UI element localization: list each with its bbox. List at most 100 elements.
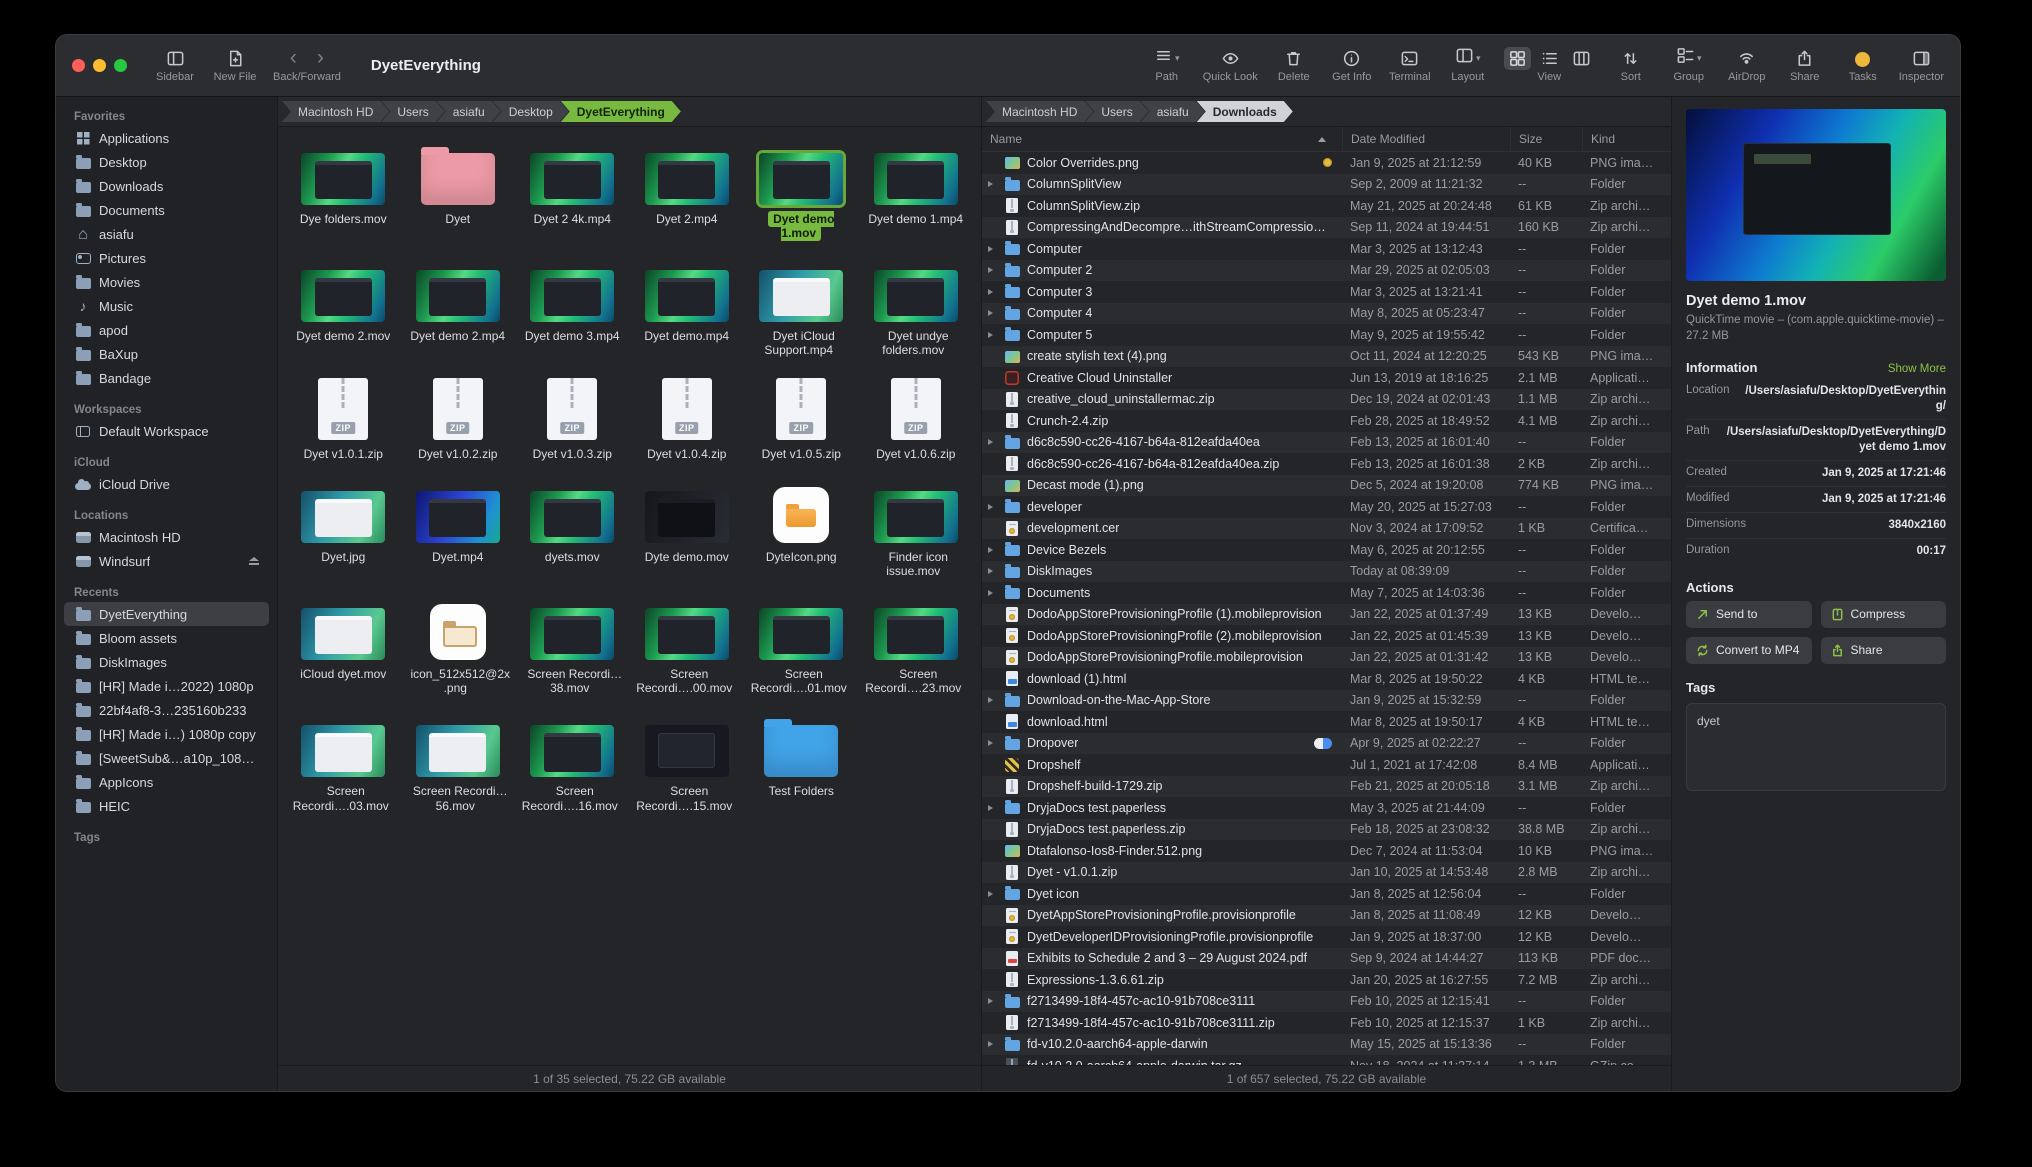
get-info-button[interactable]: Get Info bbox=[1330, 48, 1374, 83]
file-list-row[interactable]: fd-v10.2.0-aarch64-apple-darwin.tar.gz N… bbox=[982, 1055, 1671, 1065]
disclosure-triangle-icon[interactable] bbox=[988, 289, 993, 295]
grid-file-item[interactable]: Dyet bbox=[401, 141, 516, 240]
file-list-row[interactable]: ColumnSplitView.zip May 21, 2025 at 20:2… bbox=[982, 195, 1671, 217]
file-list-row[interactable]: DodoAppStoreProvisioningProfile (2).mobi… bbox=[982, 625, 1671, 647]
file-list-row[interactable]: DryjaDocs test.paperless May 3, 2025 at … bbox=[982, 797, 1671, 819]
file-list-row[interactable]: CompressingAndDecompre…ithStreamCompress… bbox=[982, 217, 1671, 239]
file-list-row[interactable]: Crunch-2.4.zip Feb 28, 2025 at 18:49:52 … bbox=[982, 410, 1671, 432]
terminal-button[interactable]: Terminal bbox=[1388, 48, 1432, 83]
grid-file-item[interactable]: Dyet undye folders.mov bbox=[859, 258, 974, 357]
sidebar-item[interactable]: Bandage bbox=[64, 366, 269, 390]
group-button[interactable]: ▾ Group bbox=[1667, 48, 1711, 83]
sidebar-item[interactable]: HEIC bbox=[64, 794, 269, 818]
file-list-row[interactable]: fd-v10.2.0-aarch64-apple-darwin May 15, … bbox=[982, 1034, 1671, 1056]
file-list-row[interactable]: DodoAppStoreProvisioningProfile.mobilepr… bbox=[982, 647, 1671, 669]
sidebar-item[interactable]: Documents bbox=[64, 198, 269, 222]
disclosure-triangle-icon[interactable] bbox=[988, 181, 993, 187]
grid-file-item[interactable]: Dyet demo.mp4 bbox=[630, 258, 745, 357]
file-list-row[interactable]: f2713499-18f4-457c-ac10-91b708ce3111 Feb… bbox=[982, 991, 1671, 1013]
column-header-kind[interactable]: Kind bbox=[1582, 127, 1671, 151]
file-list-row[interactable]: developer May 20, 2025 at 15:27:03 -- Fo… bbox=[982, 496, 1671, 518]
grid-file-item[interactable]: Finder icon issue.mov bbox=[859, 479, 974, 578]
file-list-row[interactable]: create stylish text (4).png Oct 11, 2024… bbox=[982, 346, 1671, 368]
file-list-row[interactable]: download.html Mar 8, 2025 at 19:50:17 4 … bbox=[982, 711, 1671, 733]
grid-file-item[interactable]: Dye folders.mov bbox=[286, 141, 401, 240]
file-list-row[interactable]: Computer 4 May 8, 2025 at 05:23:47 -- Fo… bbox=[982, 303, 1671, 325]
grid-file-item[interactable]: Dyet v1.0.5.zip bbox=[744, 376, 859, 461]
file-list-row[interactable]: Decast mode (1).png Dec 5, 2024 at 19:20… bbox=[982, 475, 1671, 497]
grid-file-item[interactable]: Dyet demo 2.mov bbox=[286, 258, 401, 357]
eject-icon[interactable] bbox=[248, 557, 259, 566]
grid-file-item[interactable]: Dyet v1.0.2.zip bbox=[401, 376, 516, 461]
grid-file-item[interactable]: Dyet iCloud Support.mp4 bbox=[744, 258, 859, 357]
file-preview-thumbnail[interactable] bbox=[1686, 109, 1946, 281]
grid-file-item[interactable]: Screen Recordi…56.mov bbox=[401, 713, 516, 812]
column-header-name[interactable]: Name bbox=[982, 127, 1342, 151]
disclosure-triangle-icon[interactable] bbox=[988, 310, 993, 316]
grid-file-item[interactable]: icon_512x512@2x.png bbox=[401, 596, 516, 695]
sidebar-item[interactable]: Windsurf bbox=[64, 549, 269, 573]
grid-file-item[interactable]: Screen Recordi….01.mov bbox=[744, 596, 859, 695]
tasks-button[interactable]: Tasks bbox=[1841, 48, 1885, 83]
sidebar-item[interactable]: [SweetSub&…a10p_1080p] bbox=[64, 746, 269, 770]
compress-button[interactable]: Compress bbox=[1821, 601, 1947, 628]
disclosure-triangle-icon[interactable] bbox=[988, 547, 993, 553]
convert-to-mp4-button[interactable]: Convert to MP4 bbox=[1686, 637, 1812, 664]
breadcrumb-item[interactable]: asiafu bbox=[1141, 101, 1205, 122]
sidebar-item[interactable]: Desktop bbox=[64, 150, 269, 174]
sort-button[interactable]: Sort bbox=[1609, 48, 1653, 83]
grid-file-item[interactable]: dyets.mov bbox=[515, 479, 630, 578]
file-list-row[interactable]: DyetAppStoreProvisioningProfile.provisio… bbox=[982, 905, 1671, 927]
sidebar-item[interactable]: 22bf4af8-3…235160b233 bbox=[64, 698, 269, 722]
grid-file-item[interactable]: Dyet 2 4k.mp4 bbox=[515, 141, 630, 240]
back-button[interactable]: ‹ bbox=[290, 48, 297, 68]
sidebar-item[interactable]: apod bbox=[64, 318, 269, 342]
file-list-row[interactable]: f2713499-18f4-457c-ac10-91b708ce3111.zip… bbox=[982, 1012, 1671, 1034]
grid-file-item[interactable]: Dyet demo 1.mp4 bbox=[859, 141, 974, 240]
file-list-row[interactable]: DyetDeveloperIDProvisioningProfile.provi… bbox=[982, 926, 1671, 948]
file-list-row[interactable]: Dropshelf Jul 1, 2021 at 17:42:08 8.4 MB… bbox=[982, 754, 1671, 776]
grid-file-item[interactable]: DyteIcon.png bbox=[744, 479, 859, 578]
zoom-window-button[interactable] bbox=[114, 59, 127, 72]
breadcrumb-item[interactable]: Macintosh HD bbox=[986, 101, 1093, 122]
disclosure-triangle-icon[interactable] bbox=[988, 998, 993, 1004]
grid-file-item[interactable]: Dyet v1.0.3.zip bbox=[515, 376, 630, 461]
file-list-row[interactable]: Dyet icon Jan 8, 2025 at 12:56:04 -- Fol… bbox=[982, 883, 1671, 905]
breadcrumb-item[interactable]: Users bbox=[1085, 101, 1148, 122]
path-button[interactable]: ▾ Path bbox=[1145, 48, 1189, 83]
file-list-row[interactable]: Device Bezels May 6, 2025 at 20:12:55 --… bbox=[982, 539, 1671, 561]
disclosure-triangle-icon[interactable] bbox=[988, 590, 993, 596]
file-list-row[interactable]: Exhibits to Schedule 2 and 3 – 29 August… bbox=[982, 948, 1671, 970]
grid-file-item[interactable]: Dyet demo 1.mov bbox=[744, 141, 859, 240]
grid-file-item[interactable]: iCloud dyet.mov bbox=[286, 596, 401, 695]
file-list-row[interactable]: Expressions-1.3.6.61.zip Jan 20, 2025 at… bbox=[982, 969, 1671, 991]
tag-chip[interactable]: dyet bbox=[1697, 714, 1720, 728]
disclosure-triangle-icon[interactable] bbox=[988, 568, 993, 574]
grid-file-item[interactable]: Screen Recordi….16.mov bbox=[515, 713, 630, 812]
grid-file-item[interactable]: Screen Recordi….15.mov bbox=[630, 713, 745, 812]
file-list-row[interactable]: Documents May 7, 2025 at 14:03:36 -- Fol… bbox=[982, 582, 1671, 604]
grid-file-item[interactable]: Screen Recordi….03.mov bbox=[286, 713, 401, 812]
share-action-button[interactable]: Share bbox=[1821, 637, 1947, 664]
grid-file-item[interactable]: Screen Recordi….23.mov bbox=[859, 596, 974, 695]
file-list-row[interactable]: DryjaDocs test.paperless.zip Feb 18, 202… bbox=[982, 819, 1671, 841]
file-list-row[interactable]: ColumnSplitView Sep 2, 2009 at 11:21:32 … bbox=[982, 174, 1671, 196]
breadcrumb-item[interactable]: Downloads bbox=[1197, 101, 1293, 122]
breadcrumb-item[interactable]: Desktop bbox=[493, 101, 569, 122]
breadcrumb-item[interactable]: DyetEverything bbox=[561, 101, 681, 122]
disclosure-triangle-icon[interactable] bbox=[988, 740, 993, 746]
column-view-button[interactable] bbox=[1568, 47, 1595, 70]
disclosure-triangle-icon[interactable] bbox=[988, 332, 993, 338]
file-list-row[interactable]: Computer Mar 3, 2025 at 13:12:43 -- Fold… bbox=[982, 238, 1671, 260]
file-list-row[interactable]: DiskImages Today at 08:39:09 -- Folder bbox=[982, 561, 1671, 583]
grid-view-button[interactable] bbox=[1504, 47, 1531, 70]
file-list-row[interactable]: Computer 5 May 9, 2025 at 19:55:42 -- Fo… bbox=[982, 324, 1671, 346]
send-to-button[interactable]: Send to bbox=[1686, 601, 1812, 628]
minimize-window-button[interactable] bbox=[93, 59, 106, 72]
sidebar-item[interactable]: Macintosh HD bbox=[64, 525, 269, 549]
file-list-row[interactable]: Dtafalonso-Ios8-Finder.512.png Dec 7, 20… bbox=[982, 840, 1671, 862]
sidebar-item[interactable]: Bloom assets bbox=[64, 626, 269, 650]
grid-file-item[interactable]: Dyet v1.0.4.zip bbox=[630, 376, 745, 461]
grid-file-item[interactable]: Screen Recordi…38.mov bbox=[515, 596, 630, 695]
quick-look-button[interactable]: Quick Look bbox=[1203, 48, 1258, 83]
